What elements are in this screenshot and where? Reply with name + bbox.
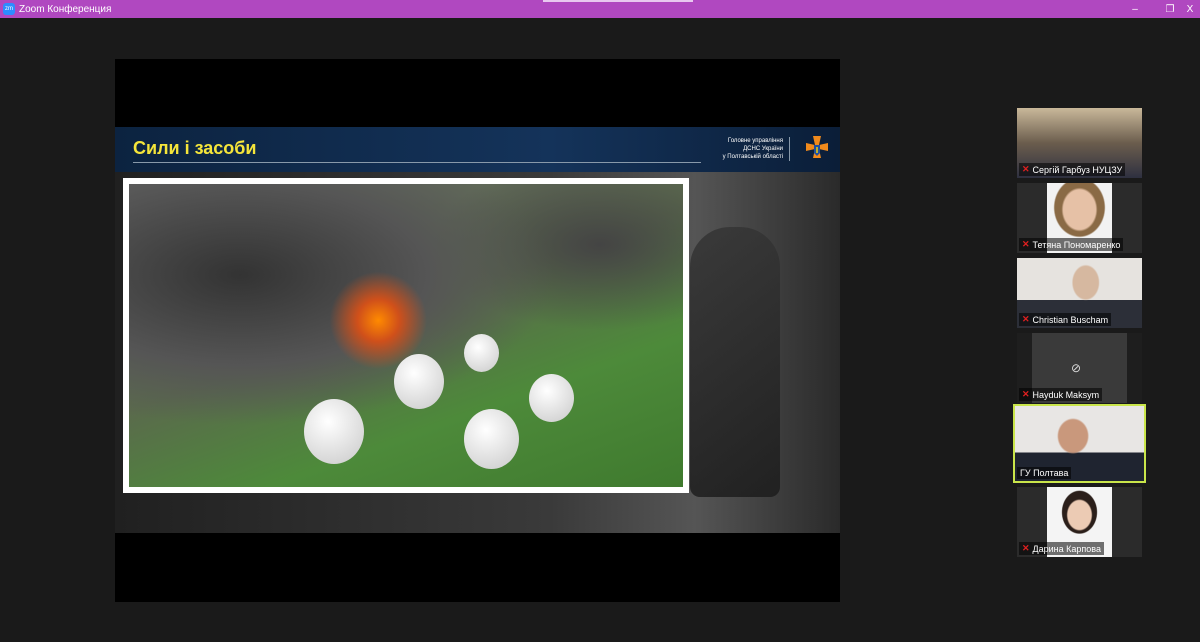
window-titlebar: zm Zoom Конференция – ❐ X [0,0,1200,18]
muted-mic-icon: ✕ [1022,314,1030,324]
muted-mic-icon: ✕ [1022,543,1030,553]
divider [133,162,701,163]
participant-name: Дарина Карпова [1032,543,1101,554]
participant-tile[interactable]: ✕ Тетяна Пономаренко [1017,183,1142,253]
shared-screen: Сили і засоби Головне управління ДСНС Ук… [115,59,840,602]
muted-mic-icon: ✕ [1022,389,1030,399]
zoom-app-icon: zm [3,3,15,15]
participant-name: Тетяна Пономаренко [1032,239,1121,250]
slide-header: Сили і засоби Головне управління ДСНС Ук… [115,127,840,172]
oil-depot-fire-photo [123,178,689,493]
org-line: Головне управління [727,138,783,144]
presentation-slide: Сили і засоби Головне управління ДСНС Ук… [115,127,840,533]
slide-title: Сили і засоби [133,138,257,158]
muted-mic-icon: ✕ [1022,164,1030,174]
participant-tile[interactable]: ✕ Дарина Карпова [1017,487,1142,557]
close-button[interactable]: X [1175,0,1200,18]
participant-name: Hayduk Maksym [1032,389,1100,400]
participant-name: Christian Buscham [1032,314,1109,325]
organization-label: Головне управління ДСНС України у Полтав… [723,137,790,161]
firefighter-image [690,227,780,497]
participant-name: ГУ Полтава [1020,468,1069,478]
org-line: ДСНС України [743,146,783,152]
participant-tile[interactable]: ⊘ ✕ Hayduk Maksym [1017,333,1142,403]
dsns-emblem-icon [806,136,828,158]
participant-tile-active-speaker[interactable]: ГУ Полтава [1013,404,1146,483]
share-toolbar-tab[interactable] [543,0,693,2]
participant-tile[interactable]: ✕ Сергій Гарбуз НУЦЗУ [1017,108,1142,178]
participant-tile[interactable]: ✕ Christian Buscham [1017,258,1142,328]
org-line: у Полтавській області [722,154,783,160]
muted-mic-icon: ✕ [1022,239,1030,249]
minimize-button[interactable]: – [1120,0,1150,18]
participant-name: Сергій Гарбуз НУЦЗУ [1032,164,1123,175]
window-title: Zoom Конференция [19,3,112,15]
video-off-icon: ⊘ [1071,361,1082,375]
